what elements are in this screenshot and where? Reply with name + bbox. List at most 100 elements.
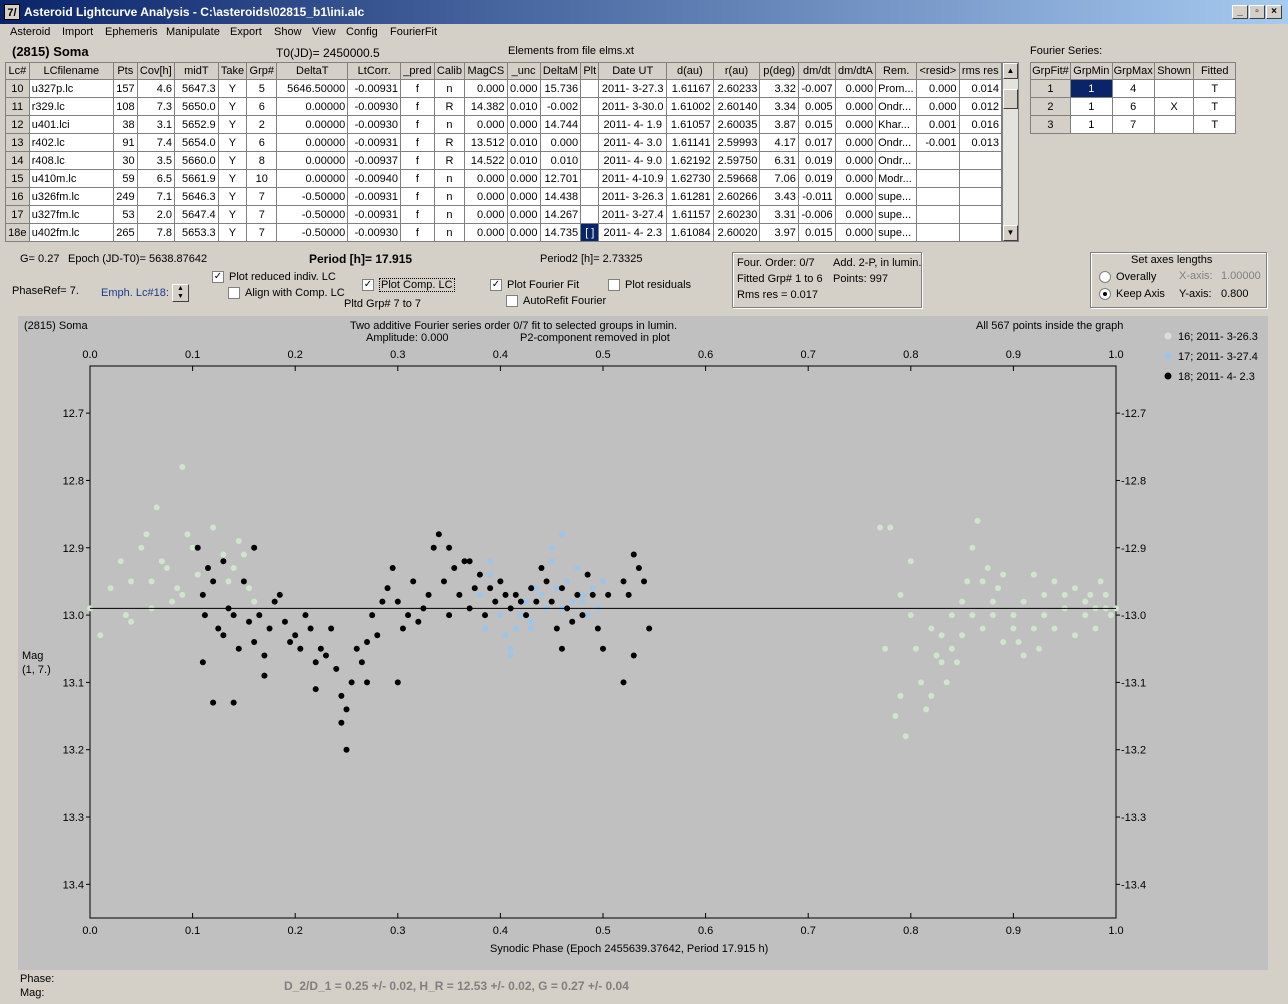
menu-view[interactable]: View xyxy=(312,26,336,38)
keep-axis-radio[interactable]: Keep Axis xyxy=(1099,288,1165,301)
table-cell[interactable]: 10 xyxy=(246,169,278,188)
table-cell[interactable]: 1.62192 xyxy=(665,151,714,170)
fourier-column-header[interactable]: Fitted xyxy=(1193,62,1236,80)
table-cell[interactable]: 5647.4 xyxy=(174,205,219,224)
table-cell[interactable]: 0.019 xyxy=(797,169,836,188)
table-cell[interactable]: u327fm.lc xyxy=(28,205,114,224)
column-header[interactable]: LCfilename xyxy=(28,62,114,80)
plot-reduced-checkbox[interactable]: ✓ Plot reduced indiv. LC xyxy=(212,271,336,284)
fourier-row[interactable]: 114T xyxy=(1030,79,1236,98)
table-cell[interactable]: 2.60230 xyxy=(712,205,761,224)
table-cell[interactable]: 0.013 xyxy=(958,133,1003,152)
row-header[interactable]: 14 xyxy=(5,151,30,170)
table-cell[interactable]: 0.015 xyxy=(797,115,836,134)
table-cell[interactable]: 0.000 xyxy=(464,187,508,206)
fourier-cell[interactable] xyxy=(1153,79,1195,98)
plot-comp-checkbox[interactable]: ✓ Plot Comp. LC xyxy=(362,278,455,292)
fourier-column-header[interactable]: Shown xyxy=(1153,62,1195,80)
table-cell[interactable]: u327p.lc xyxy=(28,79,114,98)
row-header[interactable]: 15 xyxy=(5,169,30,188)
menu-show[interactable]: Show xyxy=(274,26,302,38)
row-header[interactable]: 12 xyxy=(5,115,30,134)
table-cell[interactable] xyxy=(580,97,600,116)
table-cell[interactable]: 0.00000 xyxy=(276,169,349,188)
table-cell[interactable]: Y xyxy=(217,205,248,224)
table-cell[interactable] xyxy=(958,151,1003,170)
table-cell[interactable] xyxy=(916,205,960,224)
lightcurve-plot[interactable]: (2815) Soma Two additive Fourier series … xyxy=(18,316,1268,970)
table-cell[interactable]: 2.59993 xyxy=(712,133,761,152)
table-cell[interactable]: 1.61281 xyxy=(665,187,714,206)
table-cell[interactable]: 2011- 4- 9.0 xyxy=(598,151,667,170)
table-cell[interactable]: 5660.0 xyxy=(174,151,219,170)
menu-export[interactable]: Export xyxy=(230,26,262,38)
table-cell[interactable]: 3.5 xyxy=(136,151,176,170)
table-cell[interactable]: -0.007 xyxy=(797,79,836,98)
xaxis-value[interactable]: 1.00000 xyxy=(1221,270,1261,282)
table-cell[interactable] xyxy=(916,187,960,206)
emph-spinner[interactable]: ▲ ▼ xyxy=(172,284,189,302)
table-cell[interactable] xyxy=(958,169,1003,188)
table-cell[interactable]: -0.001 xyxy=(916,133,960,152)
table-cell[interactable]: 0.000 xyxy=(506,187,541,206)
table-cell[interactable]: 0.000 xyxy=(464,169,508,188)
table-cell[interactable]: 2 xyxy=(246,115,278,134)
table-row[interactable]: 11 r329.lc 108 7.3 5650.0 Y 6 0.00000 -0.00930 f R… xyxy=(5,97,1003,116)
table-cell[interactable]: -0.50000 xyxy=(276,205,349,224)
column-header[interactable]: DeltaM xyxy=(539,62,582,80)
column-header[interactable]: DeltaT xyxy=(276,62,349,80)
table-cell[interactable] xyxy=(916,169,960,188)
table-cell[interactable]: 7.8 xyxy=(136,223,176,242)
table-cell[interactable]: -0.011 xyxy=(797,187,836,206)
column-header[interactable]: dm/dtA xyxy=(834,62,877,80)
table-row[interactable]: 15 u410m.lc 59 6.5 5661.9 Y 10 0.00000 -0.00940 f… xyxy=(5,169,1003,188)
table-cell[interactable]: 2011- 4- 3.0 xyxy=(598,133,667,152)
table-cell[interactable]: 2.60140 xyxy=(712,97,761,116)
table-cell[interactable]: 5647.3 xyxy=(174,79,219,98)
table-cell[interactable]: 2011- 4- 2.3 xyxy=(598,223,667,242)
table-cell[interactable]: 0.000 xyxy=(834,97,877,116)
row-header[interactable]: 16 xyxy=(5,187,30,206)
table-cell[interactable]: 0.000 xyxy=(506,79,541,98)
table-cell[interactable]: 3.97 xyxy=(759,223,799,242)
table-cell[interactable]: Y xyxy=(217,79,248,98)
fourier-column-header[interactable]: GrpMax xyxy=(1111,62,1155,80)
table-cell[interactable]: 2011- 4-10.9 xyxy=(598,169,667,188)
table-cell[interactable]: Khar... xyxy=(875,115,918,134)
table-cell[interactable]: -0.00931 xyxy=(347,205,402,224)
menu-import[interactable]: Import xyxy=(62,26,93,38)
table-cell[interactable]: 6 xyxy=(246,97,278,116)
table-cell[interactable]: -0.00940 xyxy=(347,169,402,188)
scroll-down-icon[interactable]: ▼ xyxy=(1003,225,1018,241)
table-cell[interactable]: 0.000 xyxy=(834,151,877,170)
table-cell[interactable]: 1.62730 xyxy=(665,169,714,188)
table-cell[interactable]: -0.002 xyxy=(539,97,582,116)
table-cell[interactable]: 2.60266 xyxy=(712,187,761,206)
table-cell[interactable]: 2011- 3-26.3 xyxy=(598,187,667,206)
table-cell[interactable] xyxy=(958,187,1003,206)
table-cell[interactable] xyxy=(580,79,600,98)
table-cell[interactable]: 14.735 xyxy=(539,223,582,242)
column-header[interactable]: Plt xyxy=(580,62,600,80)
table-cell[interactable] xyxy=(580,115,600,134)
table-cell[interactable]: n xyxy=(433,169,466,188)
column-header[interactable]: Cov[h] xyxy=(136,62,176,80)
table-cell[interactable]: 0.000 xyxy=(464,223,508,242)
table-cell[interactable]: Ondr... xyxy=(875,97,918,116)
table-cell[interactable]: 0.000 xyxy=(506,169,541,188)
table-row[interactable]: 17 u327fm.lc 53 2.0 5647.4 Y 7 -0.50000 -0.00931… xyxy=(5,205,1003,224)
table-cell[interactable] xyxy=(916,223,960,242)
table-cell[interactable]: -0.00931 xyxy=(347,187,402,206)
menu-manipulate[interactable]: Manipulate xyxy=(166,26,220,38)
column-header[interactable]: Calib xyxy=(433,62,466,80)
table-cell[interactable]: 12.701 xyxy=(539,169,582,188)
table-cell[interactable]: 3.32 xyxy=(759,79,799,98)
table-cell[interactable]: Ondr... xyxy=(875,151,918,170)
table-cell[interactable]: r408.lc xyxy=(28,151,114,170)
table-cell[interactable]: R xyxy=(433,97,466,116)
table-cell[interactable] xyxy=(580,205,600,224)
table-cell[interactable]: 0.000 xyxy=(506,205,541,224)
table-cell[interactable]: 0.000 xyxy=(834,187,877,206)
table-cell[interactable]: u401.lci xyxy=(28,115,114,134)
table-cell[interactable]: 3.34 xyxy=(759,97,799,116)
